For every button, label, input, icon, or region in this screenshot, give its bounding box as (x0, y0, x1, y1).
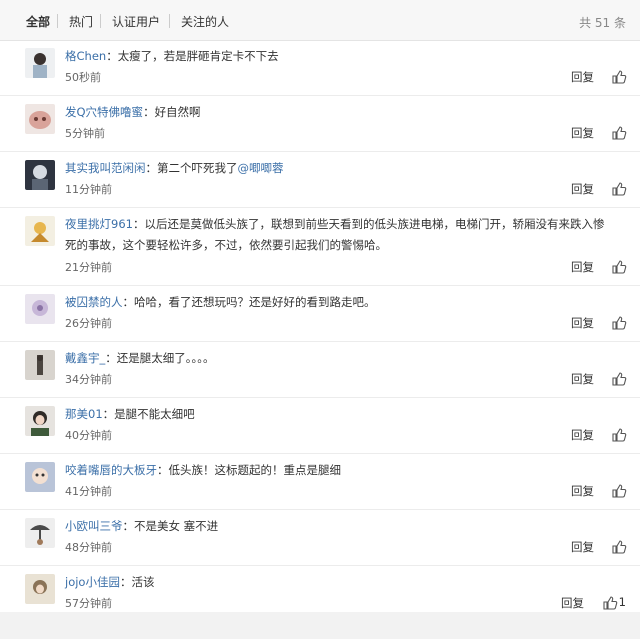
comment-body: 活该 (131, 575, 155, 589)
avatar[interactable] (25, 406, 55, 436)
comment-body: 哈哈，看了还想玩吗？还是好好的看到路走吧。 (134, 295, 376, 309)
comment-body: 好自然啊 (154, 105, 201, 119)
comment-item: 其实我叫范闲闲：第二个吓死我了@唧唧蓉 11分钟前 回复 (0, 152, 640, 208)
comment-username[interactable]: 发Q穴特佛噜蜜 (65, 105, 143, 119)
tab-following[interactable]: 关注的人 (181, 13, 229, 30)
reply-button[interactable]: 回复 (571, 539, 594, 555)
comment-item: 被囚禁的人：哈哈，看了还想玩吗？还是好好的看到路走吧。 26分钟前 回复 (0, 286, 640, 342)
thumbs-up-icon[interactable] (611, 371, 627, 387)
comment-body: 是腿不能太细吧 (114, 407, 195, 421)
comment-item: 小欧叫三爷：不是美女 塞不进 48分钟前 回复 (0, 510, 640, 566)
comment-item: 那美01：是腿不能太细吧 40分钟前 回复 (0, 398, 640, 454)
avatar[interactable] (25, 518, 55, 548)
comment-text: jojo小佳园：活该 (65, 575, 155, 589)
comment-body: 不是美女 塞不进 (134, 519, 219, 533)
comment-text: 小欧叫三爷：不是美女 塞不进 (65, 519, 219, 533)
comment-time: 57分钟前 (65, 597, 112, 610)
comment-text: 发Q穴特佛噜蜜：好自然啊 (65, 105, 201, 119)
comment-text: 夜里挑灯961：以后还是莫做低头族了，联想到前些天看到的低头族进电梯，电梯门开，… (65, 217, 605, 252)
reply-button[interactable]: 回复 (571, 259, 594, 275)
reply-button[interactable]: 回复 (571, 427, 594, 443)
comment-username[interactable]: jojo小佳园 (65, 575, 120, 589)
thumbs-up-icon[interactable] (602, 595, 618, 611)
thumbs-up-icon[interactable] (611, 181, 627, 197)
comment-text: 被囚禁的人：哈哈，看了还想玩吗？还是好好的看到路走吧。 (65, 295, 376, 309)
comment-item: 咬着嘴唇的大板牙：低头族！这标题起的！重点是腿细 41分钟前 回复 (0, 454, 640, 510)
comment-item: 格Chen：太瘦了，若是胖砸肯定卡不下去 50秒前 回复 (0, 40, 640, 96)
tab-divider (57, 14, 58, 28)
thumbs-up-icon[interactable] (611, 483, 627, 499)
comment-count: 共 51 条 (579, 16, 626, 30)
comment-item: 戴鑫宇_：还是腿太细了。。。。 34分钟前 回复 (0, 342, 640, 398)
tab-all[interactable]: 全部 (26, 13, 50, 30)
thumbs-up-icon[interactable] (611, 427, 627, 443)
avatar[interactable] (25, 294, 55, 324)
avatar[interactable] (25, 574, 55, 604)
comment-item: 发Q穴特佛噜蜜：好自然啊 5分钟前 回复 (0, 96, 640, 152)
avatar[interactable] (25, 216, 55, 246)
comment-text: 那美01：是腿不能太细吧 (65, 407, 195, 421)
comment-text: 其实我叫范闲闲：第二个吓死我了@唧唧蓉 (65, 161, 284, 175)
reply-button[interactable]: 回复 (571, 371, 594, 387)
comment-body: 以后还是莫做低头族了，联想到前些天看到的低头族进电梯，电梯门开，轿厢没有来跌入惨 (144, 217, 605, 231)
reply-button[interactable]: 回复 (571, 181, 594, 197)
comment-username[interactable]: 小欧叫三爷 (65, 519, 123, 533)
comment-item: jojo小佳园：活该 57分钟前 回复 1 (0, 566, 640, 612)
comment-text: 咬着嘴唇的大板牙：低头族！这标题起的！重点是腿细 (65, 463, 342, 477)
comment-body: 第二个吓死我了 (157, 161, 238, 175)
comment-panel: 全部 热门 认证用户 关注的人 共 51 条 格Chen：太瘦了，若是胖砸肯定卡… (0, 0, 640, 639)
thumbs-up-icon[interactable] (611, 539, 627, 555)
mention-link[interactable]: @唧唧蓉 (238, 161, 284, 175)
comment-username[interactable]: 戴鑫宇_ (65, 351, 105, 365)
tab-divider (169, 14, 170, 28)
comment-time: 48分钟前 (65, 541, 112, 554)
comment-body-continued: 死的事故，这个要轻松许多，不过，依然要引起我们的警惕哈。 (65, 238, 387, 252)
comment-time: 5分钟前 (65, 127, 105, 140)
comment-tabs: 全部 热门 认证用户 关注的人 共 51 条 (0, 0, 640, 41)
reply-button[interactable]: 回复 (561, 595, 584, 611)
comment-username[interactable]: 咬着嘴唇的大板牙 (65, 463, 157, 477)
reply-button[interactable]: 回复 (571, 483, 594, 499)
comment-item: 夜里挑灯961：以后还是莫做低头族了，联想到前些天看到的低头族进电梯，电梯门开，… (0, 208, 640, 286)
like-count: 1 (618, 595, 626, 609)
comment-username[interactable]: 那美01 (65, 407, 103, 421)
avatar[interactable] (25, 350, 55, 380)
thumbs-up-icon[interactable] (611, 315, 627, 331)
comment-time: 34分钟前 (65, 373, 112, 386)
tab-divider (100, 14, 101, 28)
thumbs-up-icon[interactable] (611, 259, 627, 275)
comment-body: 还是腿太细了。。。。 (116, 351, 215, 365)
tab-verified-users[interactable]: 认证用户 (112, 13, 160, 30)
comment-username[interactable]: 其实我叫范闲闲 (65, 161, 146, 175)
comment-list: 格Chen：太瘦了，若是胖砸肯定卡不下去 50秒前 回复 发Q穴特佛噜蜜：好自然… (0, 40, 640, 639)
reply-button[interactable]: 回复 (571, 69, 594, 85)
avatar[interactable] (25, 160, 55, 190)
comment-time: 41分钟前 (65, 485, 112, 498)
comment-time: 40分钟前 (65, 429, 112, 442)
comment-text: 格Chen：太瘦了，若是胖砸肯定卡不下去 (65, 49, 279, 63)
avatar[interactable] (25, 462, 55, 492)
comment-time: 21分钟前 (65, 261, 112, 274)
comment-username[interactable]: 夜里挑灯961 (65, 217, 133, 231)
tab-hot[interactable]: 热门 (69, 13, 93, 30)
avatar[interactable] (25, 104, 55, 134)
comment-time: 26分钟前 (65, 317, 112, 330)
reply-button[interactable]: 回复 (571, 315, 594, 331)
comment-username[interactable]: 被囚禁的人 (65, 295, 123, 309)
comment-time: 50秒前 (65, 71, 101, 84)
comment-text: 戴鑫宇_：还是腿太细了。。。。 (65, 351, 215, 365)
thumbs-up-icon[interactable] (611, 69, 627, 85)
comment-time: 11分钟前 (65, 183, 112, 196)
comment-body: 太瘦了，若是胖砸肯定卡不下去 (117, 49, 279, 63)
avatar[interactable] (25, 48, 55, 78)
reply-button[interactable]: 回复 (571, 125, 594, 141)
bottom-bar (0, 612, 640, 639)
comment-username[interactable]: 格Chen (65, 49, 106, 63)
thumbs-up-icon[interactable] (611, 125, 627, 141)
comment-body: 低头族！这标题起的！重点是腿细 (168, 463, 342, 477)
